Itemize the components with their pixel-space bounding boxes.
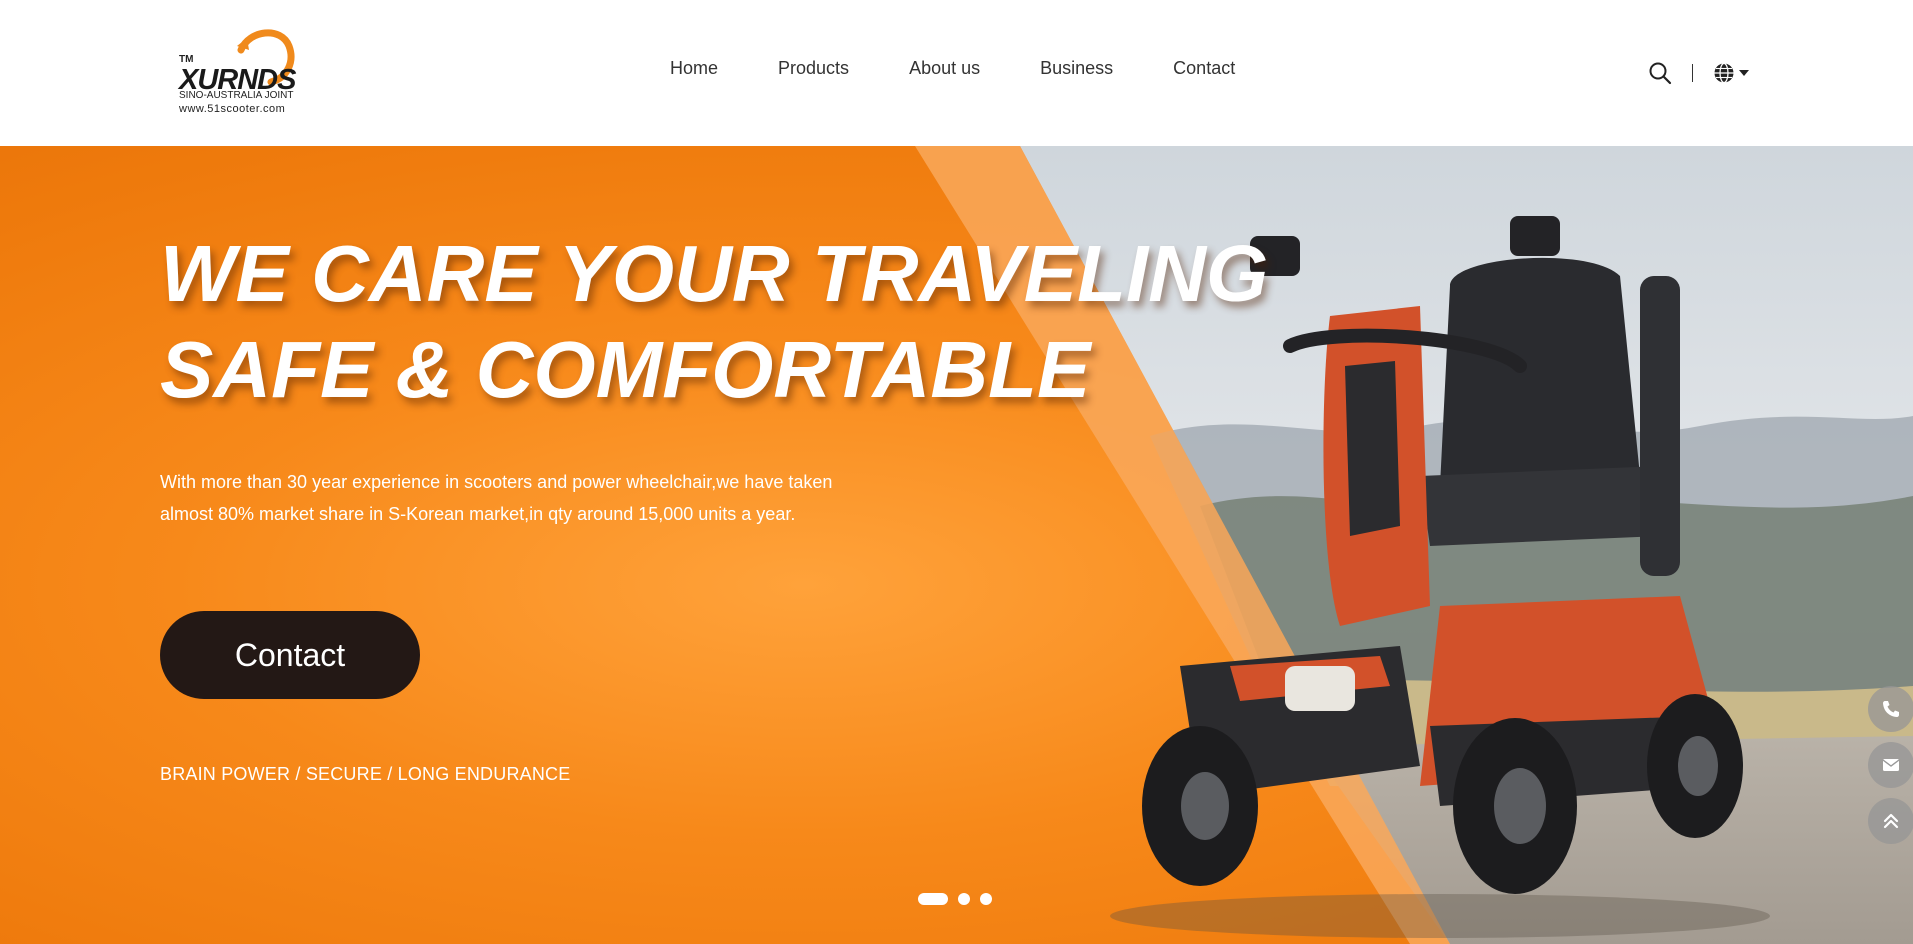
hero-banner: WE CARE YOUR TRAVELING SAFE & COMFORTABL… <box>0 146 1913 944</box>
back-to-top-icon <box>1883 813 1899 829</box>
slide-dot-3[interactable] <box>980 893 992 905</box>
main-nav: Home Products About us Business Contact <box>670 58 1235 79</box>
tools-divider <box>1692 64 1693 82</box>
mail-icon <box>1882 759 1900 771</box>
header-tools <box>1648 58 1749 88</box>
hero-headline: WE CARE YOUR TRAVELING SAFE & COMFORTABL… <box>160 226 1268 418</box>
logo-url: www.51scooter.com <box>179 103 286 115</box>
mail-button[interactable] <box>1868 742 1913 788</box>
slide-dot-1[interactable] <box>918 893 948 905</box>
hero-headline-line1: WE CARE YOUR TRAVELING <box>160 229 1269 318</box>
slider-pagination <box>918 893 992 905</box>
language-selector[interactable] <box>1713 62 1749 84</box>
contact-button[interactable]: Contact <box>160 611 420 699</box>
globe-icon <box>1714 62 1734 84</box>
hero-headline-line2: SAFE & COMFORTABLE <box>160 325 1091 414</box>
hero-features: BRAIN POWER / SECURE / LONG ENDURANCE <box>160 764 571 784</box>
logo-subtitle: SINO-AUSTRALIA JOINT <box>179 90 294 101</box>
slide-dot-2[interactable] <box>958 893 970 905</box>
nav-products[interactable]: Products <box>778 58 849 79</box>
chevron-down-icon <box>1739 70 1749 76</box>
search-icon[interactable] <box>1648 61 1672 85</box>
nav-home[interactable]: Home <box>670 58 718 79</box>
phone-icon <box>1883 701 1899 717</box>
site-header: TM XURNDS SINO-AUSTRALIA JOINT www.51sco… <box>0 0 1913 146</box>
nav-contact[interactable]: Contact <box>1173 58 1235 79</box>
back-to-top-button[interactable] <box>1868 798 1913 844</box>
floating-side-tools <box>1868 686 1913 844</box>
phone-button[interactable] <box>1868 686 1913 732</box>
logo[interactable]: TM XURNDS SINO-AUSTRALIA JOINT www.51sco… <box>176 28 301 120</box>
nav-business[interactable]: Business <box>1040 58 1113 79</box>
nav-about-us[interactable]: About us <box>909 58 980 79</box>
hero-description: With more than 30 year experience in sco… <box>160 472 833 524</box>
